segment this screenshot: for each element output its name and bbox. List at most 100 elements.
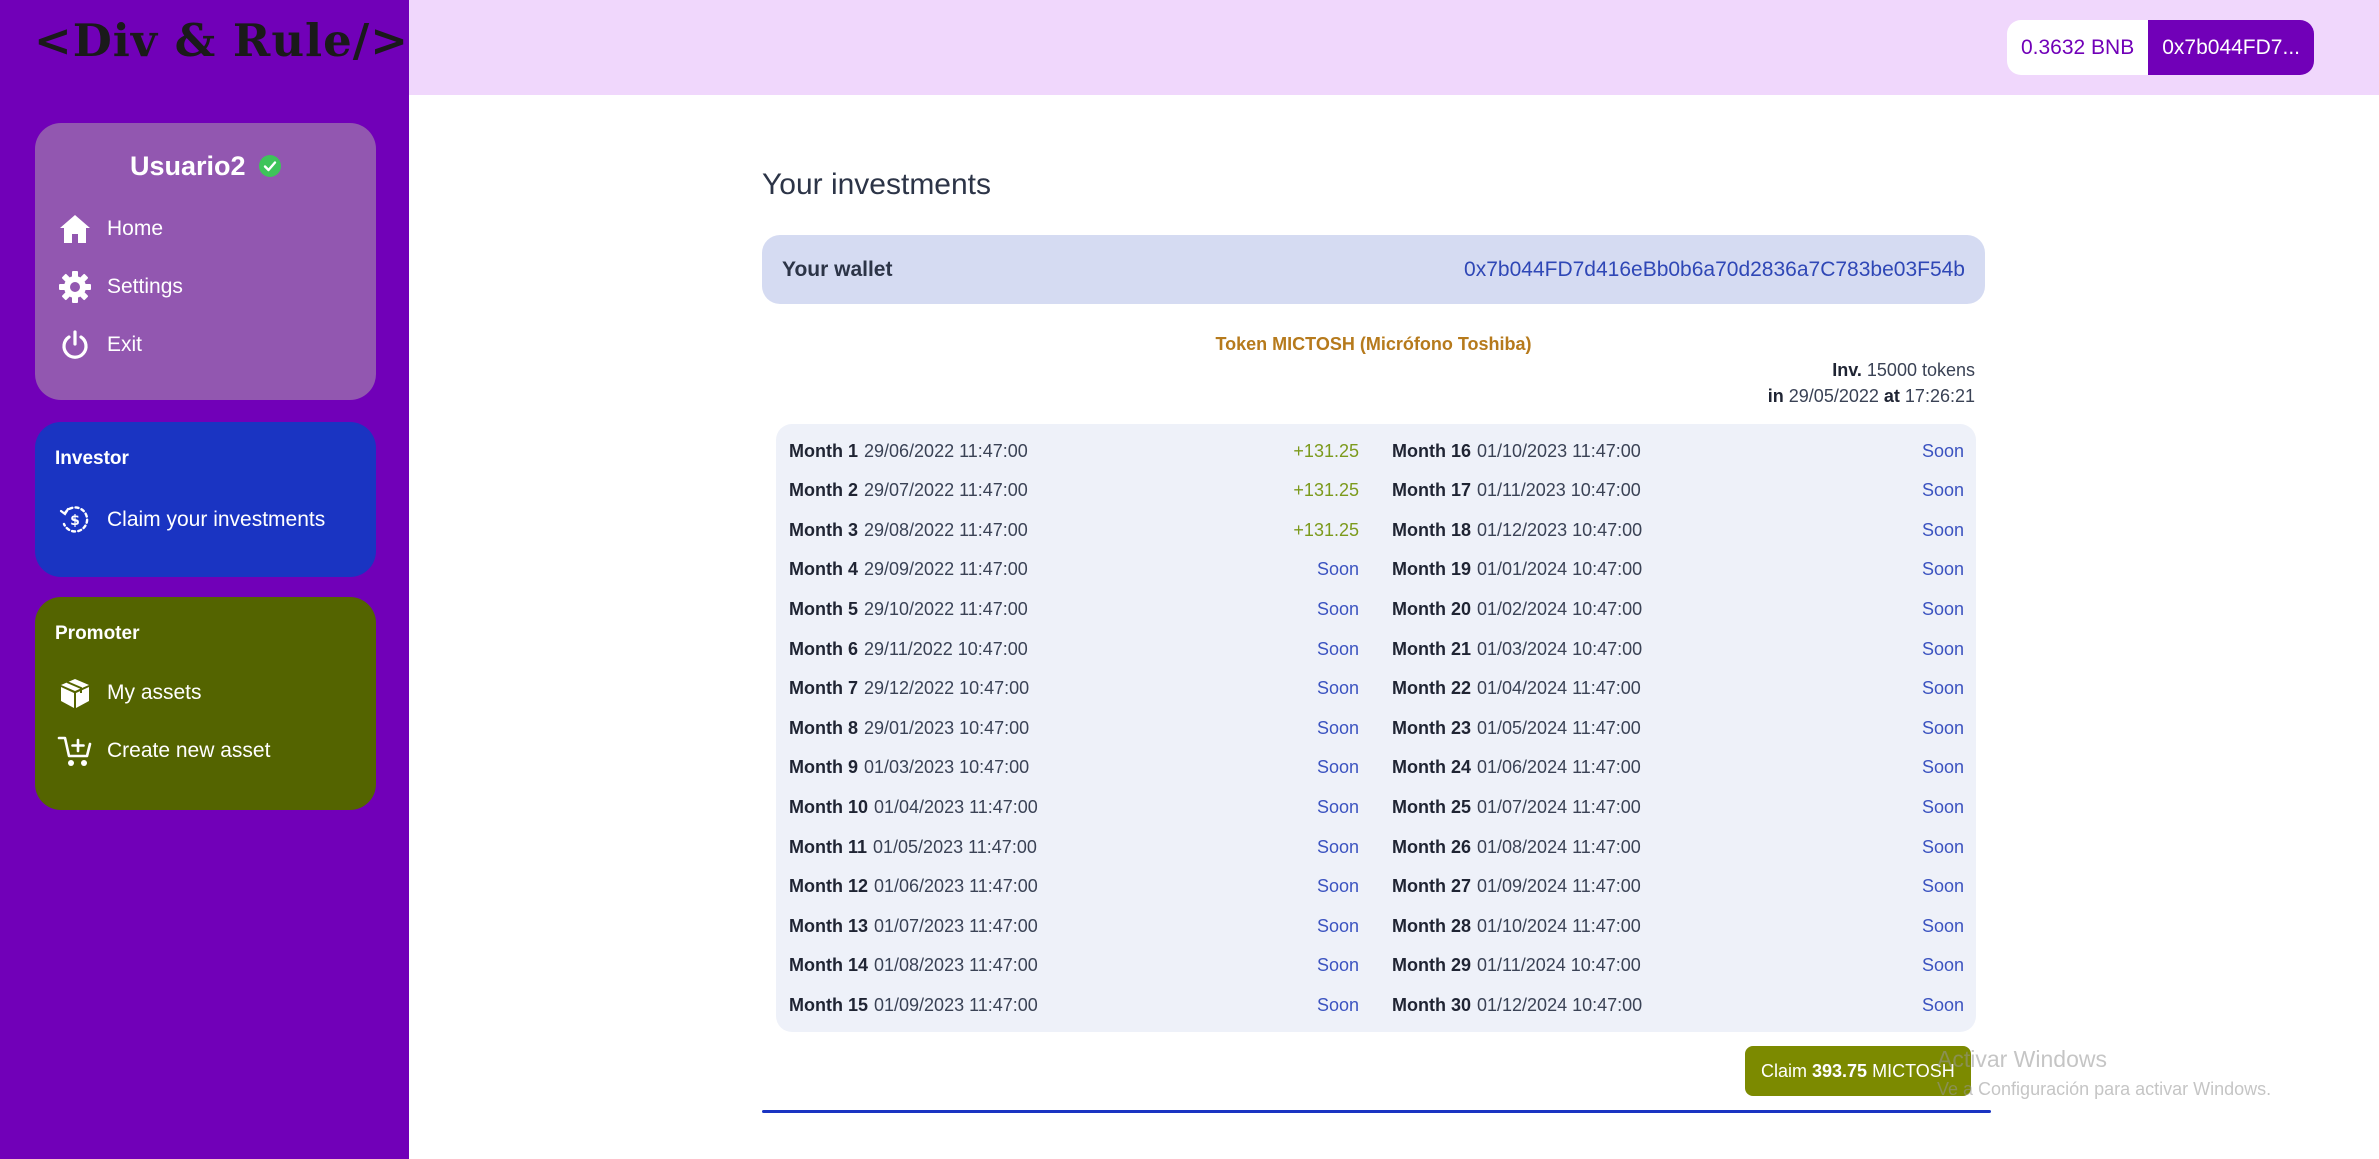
month-label: Month 7: [789, 678, 858, 699]
month-row: Month 11 01/05/2023 11:47:00 Soon: [789, 832, 1359, 862]
investor-card: Investor $ Claim your investments: [35, 422, 376, 577]
nav-create-asset[interactable]: Create new asset: [57, 733, 270, 769]
investment-date: in 29/05/2022 at 17:26:21: [1768, 386, 1975, 407]
investor-title: Investor: [55, 448, 129, 469]
topbar: 0.3632 BNB 0x7b044FD7...: [409, 0, 2379, 95]
claim-dollar-icon: $: [57, 502, 93, 538]
nav-claim-investments[interactable]: $ Claim your investments: [57, 502, 325, 538]
box-icon: [57, 675, 93, 711]
month-label: Month 11: [789, 836, 868, 857]
month-row: Month 2 29/07/2022 11:47:00 +131.25: [789, 476, 1359, 506]
month-status-soon: Soon: [1921, 598, 1964, 619]
month-row: Month 20 01/02/2024 10:47:00 Soon: [1392, 594, 1964, 624]
month-label: Month 18: [1392, 519, 1471, 540]
month-row: Month 23 01/05/2024 11:47:00 Soon: [1392, 713, 1964, 743]
nav-home[interactable]: Home: [57, 211, 163, 247]
month-label: Month 28: [1392, 915, 1471, 936]
month-date: 29/09/2022 11:47:00: [864, 559, 1028, 580]
month-row: Month 18 01/12/2023 10:47:00 Soon: [1392, 515, 1964, 545]
month-status-soon: Soon: [1921, 757, 1964, 778]
verified-check-icon: [259, 154, 282, 177]
svg-text:$: $: [70, 513, 80, 529]
at-label: at: [1883, 386, 1900, 406]
month-status-soon: Soon: [1316, 757, 1359, 778]
month-row: Month 28 01/10/2024 11:47:00 Soon: [1392, 911, 1964, 941]
month-label: Month 26: [1392, 836, 1471, 857]
month-status-soon: Soon: [1316, 717, 1359, 738]
month-date: 01/10/2023 11:47:00: [1477, 440, 1641, 461]
month-status-soon: Soon: [1316, 638, 1359, 659]
month-label: Month 30: [1392, 994, 1471, 1015]
wallet-address[interactable]: 0x7b044FD7d416eBb0b6a70d2836a7C783be03F5…: [1464, 258, 1965, 282]
month-status-soon: Soon: [1921, 836, 1964, 857]
month-date: 01/11/2024 10:47:00: [1477, 955, 1641, 976]
month-status-soon: Soon: [1921, 955, 1964, 976]
month-row: Month 24 01/06/2024 11:47:00 Soon: [1392, 753, 1964, 783]
month-label: Month 21: [1392, 638, 1471, 659]
investment-amount: Inv. 15000 tokens: [1832, 360, 1975, 381]
month-date: 01/04/2024 11:47:00: [1477, 678, 1641, 699]
nav-exit[interactable]: Exit: [57, 327, 142, 363]
month-date: 01/08/2023 11:47:00: [874, 955, 1038, 976]
month-status-paid: +131.25: [1293, 519, 1359, 540]
month-row: Month 6 29/11/2022 10:47:00 Soon: [789, 634, 1359, 664]
month-label: Month 12: [789, 876, 868, 897]
month-row: Month 1 29/06/2022 11:47:00 +131.25: [789, 436, 1359, 466]
month-date: 01/07/2024 11:47:00: [1477, 796, 1641, 817]
nav-home-label: Home: [107, 217, 164, 240]
month-date: 29/07/2022 11:47:00: [864, 480, 1028, 501]
month-date: 01/03/2024 10:47:00: [1477, 638, 1643, 659]
nav-settings[interactable]: Settings: [57, 269, 183, 305]
cart-plus-icon: [57, 733, 93, 769]
nav-create-asset-label: Create new asset: [107, 739, 271, 762]
in-date: 29/05/2022: [1788, 386, 1879, 406]
month-label: Month 24: [1392, 757, 1471, 778]
windows-activation-watermark: Activar Windows Ve a Configuración para …: [1937, 1046, 2271, 1100]
nav-my-assets[interactable]: My assets: [57, 675, 202, 711]
claim-amount: 393.75: [1812, 1060, 1868, 1081]
month-date: 01/08/2024 11:47:00: [1477, 836, 1641, 857]
home-icon: [57, 211, 93, 247]
month-date: 29/01/2023 10:47:00: [864, 717, 1030, 738]
month-date: 01/10/2024 11:47:00: [1477, 915, 1641, 936]
month-date: 01/05/2024 11:47:00: [1477, 717, 1641, 738]
month-row: Month 19 01/01/2024 10:47:00 Soon: [1392, 555, 1964, 585]
month-row: Month 26 01/08/2024 11:47:00 Soon: [1392, 832, 1964, 862]
month-status-soon: Soon: [1921, 876, 1964, 897]
month-label: Month 23: [1392, 717, 1471, 738]
month-status-soon: Soon: [1921, 796, 1964, 817]
month-date: 29/11/2022 10:47:00: [864, 638, 1028, 659]
month-date: 01/04/2023 11:47:00: [874, 796, 1038, 817]
month-date: 01/09/2023 11:47:00: [874, 994, 1038, 1015]
month-label: Month 20: [1392, 598, 1471, 619]
bnb-balance[interactable]: 0.3632 BNB: [2006, 20, 2149, 75]
wallet-pill[interactable]: 0.3632 BNB 0x7b044FD7...: [2006, 20, 2314, 75]
inv-value: 15000 tokens: [1866, 360, 1975, 380]
month-row: Month 29 01/11/2024 10:47:00 Soon: [1392, 951, 1964, 981]
month-date: 01/09/2024 11:47:00: [1477, 876, 1641, 897]
month-label: Month 17: [1392, 480, 1471, 501]
month-row: Month 22 01/04/2024 11:47:00 Soon: [1392, 674, 1964, 704]
month-date: 29/12/2022 10:47:00: [864, 678, 1030, 699]
month-label: Month 16: [1392, 440, 1471, 461]
month-label: Month 10: [789, 796, 868, 817]
month-row: Month 17 01/11/2023 10:47:00 Soon: [1392, 476, 1964, 506]
month-status-soon: Soon: [1316, 678, 1359, 699]
month-row: Month 3 29/08/2022 11:47:00 +131.25: [789, 515, 1359, 545]
month-date: 01/05/2023 11:47:00: [873, 836, 1037, 857]
month-status-soon: Soon: [1316, 559, 1359, 580]
token-title: Token MICTOSH (Micrófono Toshiba): [1215, 334, 1532, 354]
month-date: 01/02/2024 10:47:00: [1477, 598, 1643, 619]
nav-exit-label: Exit: [107, 333, 143, 356]
month-row: Month 14 01/08/2023 11:47:00 Soon: [789, 951, 1359, 981]
inv-label: Inv.: [1832, 360, 1862, 380]
nav-settings-label: Settings: [107, 275, 183, 298]
month-status-soon: Soon: [1921, 519, 1964, 540]
watermark-subtitle: Ve a Configuración para activar Windows.: [1937, 1079, 2272, 1099]
month-label: Month 4: [789, 559, 858, 580]
app-logo[interactable]: <Div & Rule/>: [34, 14, 409, 67]
wallet-address-short[interactable]: 0x7b044FD7...: [2148, 20, 2314, 75]
month-date: 01/01/2024 10:47:00: [1477, 559, 1643, 580]
month-date: 01/11/2023 10:47:00: [1477, 480, 1641, 501]
month-date: 01/06/2023 11:47:00: [874, 876, 1038, 897]
